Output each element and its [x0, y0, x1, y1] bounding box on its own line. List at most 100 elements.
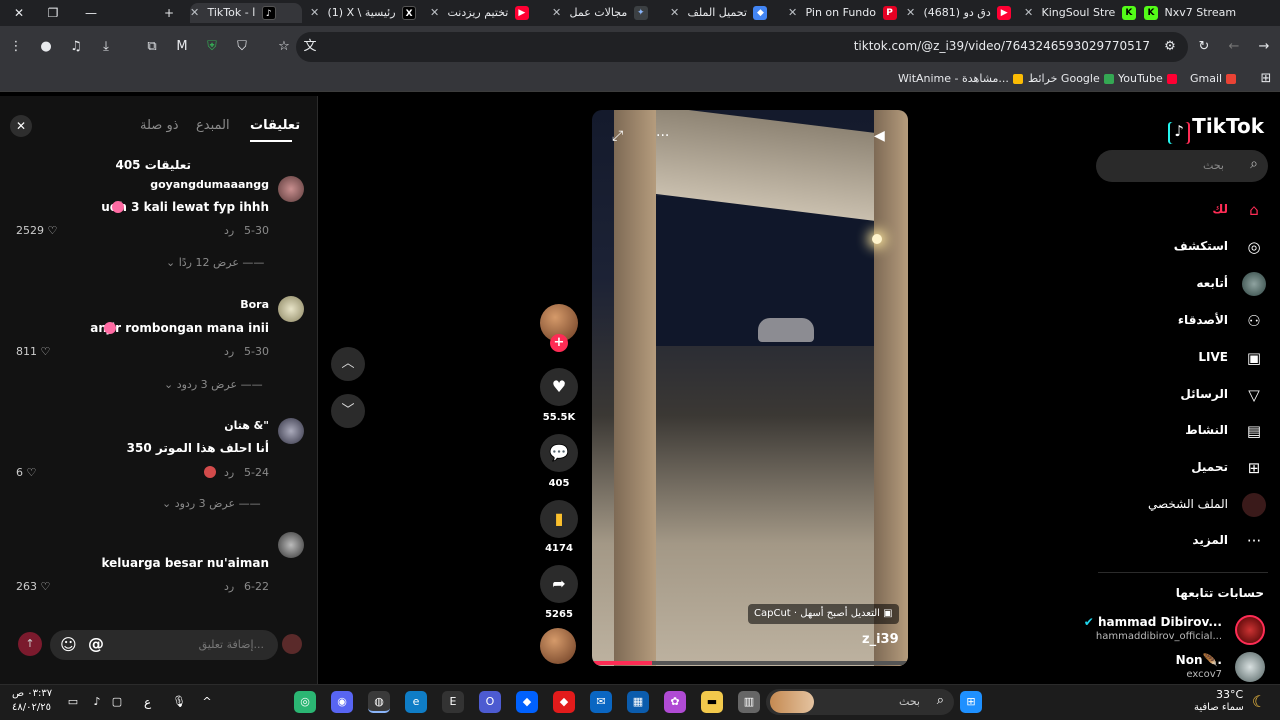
app-dropbox-icon[interactable]: ◆	[516, 691, 538, 713]
bookmark-google-maps[interactable]: خرائط Google	[1028, 72, 1114, 85]
new-tab-button[interactable]: +	[150, 0, 188, 26]
bookmark-star-icon[interactable]: ☆	[272, 35, 296, 59]
tray-overflow-icon[interactable]: ^	[196, 691, 218, 713]
weather-moon-icon[interactable]: ☾	[1248, 691, 1270, 713]
tab-close-icon[interactable]: ✕	[1024, 3, 1038, 23]
fullscreen-icon[interactable]: ⤢	[612, 128, 623, 144]
bookmark-gmail[interactable]: Gmail	[1190, 72, 1237, 85]
windows-start-icon[interactable]: ⊞	[960, 691, 982, 713]
microphone-icon[interactable]: 🎙	[168, 691, 190, 713]
save-button[interactable]: ▮	[540, 500, 578, 538]
menu-kebab-icon[interactable]: ⋮	[4, 35, 28, 59]
download-icon[interactable]: ⤓	[94, 35, 118, 59]
tab-8-active[interactable]: ✕ TikTok - ا ♪	[190, 3, 302, 23]
tab-5[interactable]: ✕ مجالات عمل ✦	[552, 3, 664, 23]
app-chrome-icon[interactable]: ◍	[368, 691, 390, 713]
site-settings-icon[interactable]: ⚙	[1158, 35, 1182, 59]
extensions-icon[interactable]: ⧉	[140, 35, 164, 59]
translate-icon[interactable]: 文	[298, 35, 322, 59]
tab-close-icon[interactable]: ✕	[190, 3, 204, 23]
sound-disc-icon[interactable]	[540, 628, 576, 664]
comment-username[interactable]: هتان &"	[224, 419, 269, 432]
close-comments-button[interactable]: ✕	[10, 115, 32, 137]
reply-button[interactable]: رد	[224, 345, 234, 358]
account-name[interactable]: ✔ hammad Dibirov...	[1084, 615, 1222, 629]
reply-button[interactable]: رد	[224, 224, 234, 237]
view-replies-button[interactable]: ⌄ عرض 3 ردود ——	[162, 497, 261, 510]
media-control-icon[interactable]: ♫	[64, 35, 88, 59]
comment-input[interactable]: إضافة تعليق... ☺ @	[50, 630, 278, 660]
comment-like-button[interactable]: 6 ♡	[16, 466, 36, 479]
battery-icon[interactable]: ▭	[62, 691, 84, 713]
app-outlook-icon[interactable]: O	[479, 691, 501, 713]
apps-grid-icon[interactable]: ⊞	[1254, 68, 1278, 90]
tab-related[interactable]: ذو صلة	[140, 118, 179, 133]
tab-6[interactable]: ✕ تختيم ريزدنت ▶	[430, 3, 546, 23]
extension-shield-icon[interactable]: ⛨	[200, 35, 224, 59]
tab-creator[interactable]: المبدع	[196, 118, 230, 133]
sidebar-item-profile[interactable]: ● الملف الشخصي	[1126, 493, 1266, 517]
avatar[interactable]	[278, 418, 304, 444]
comment-username[interactable]: goyangdumaaangg	[150, 178, 269, 191]
reload-icon[interactable]: ↻	[1192, 35, 1216, 59]
network-icon[interactable]: ▢	[106, 691, 128, 713]
sidebar-item-live[interactable]: ▣ LIVE	[1166, 346, 1266, 370]
app-mail-icon[interactable]: ✉	[590, 691, 612, 713]
sidebar-item-upload[interactable]: ⊞ تحميل	[1166, 456, 1266, 480]
tab-close-icon[interactable]: ✕	[552, 3, 566, 23]
avatar[interactable]	[278, 296, 304, 322]
tab-4[interactable]: ✕ تحميل الملف ◆	[670, 3, 782, 23]
app-task-view-icon[interactable]: ▥	[738, 691, 760, 713]
reply-button[interactable]: رد	[224, 580, 234, 593]
search-icon[interactable]: ⌕	[1250, 156, 1258, 172]
tab-1[interactable]: ✕ KingSoul Stre K	[1024, 3, 1136, 23]
emoji-picker-icon[interactable]: ☺	[60, 635, 77, 654]
reply-button[interactable]: رد	[224, 466, 234, 479]
taskbar-search[interactable]: بحث ⌕	[766, 689, 954, 715]
tiktok-logo[interactable]: ♪ TikTok	[1170, 114, 1264, 144]
sidebar-item-for-you[interactable]: ⌂ لك	[1206, 198, 1266, 222]
video-author[interactable]: z_i39	[862, 632, 899, 647]
app-whatsapp-icon[interactable]: ◎	[294, 691, 316, 713]
comment-like-button[interactable]: 811 ♡	[16, 345, 50, 358]
tab-0[interactable]: K Nxv7 Stream	[1141, 3, 1247, 23]
sidebar-item-more[interactable]: ··· المزيد	[1166, 529, 1266, 553]
view-replies-button[interactable]: ⌄ عرض 3 ردود ——	[164, 378, 263, 391]
app-file-explorer-icon[interactable]: ▬	[701, 691, 723, 713]
view-replies-button[interactable]: ⌄ عرض 12 ردًا ——	[166, 256, 264, 269]
clock-time[interactable]: ٠٣:٣٧ ص	[12, 688, 52, 699]
sidebar-item-explore[interactable]: ◎ استكشف	[1166, 235, 1266, 259]
avatar[interactable]	[278, 532, 304, 558]
avatar[interactable]	[1235, 652, 1265, 682]
tab-close-icon[interactable]: ✕	[430, 3, 444, 23]
extension-m-icon[interactable]: M	[170, 35, 194, 59]
comment-like-button[interactable]: 2529 ♡	[16, 224, 57, 237]
like-button[interactable]: ♥	[540, 368, 578, 406]
capcut-badge[interactable]: CapCut · التعديل أصبح أسهل ▣	[748, 604, 899, 624]
forward-icon[interactable]: ←	[1222, 35, 1246, 59]
window-minimize-icon[interactable]: —	[72, 0, 110, 26]
avatar[interactable]	[278, 176, 304, 202]
bookmark-witanime[interactable]: WitAnime - مشاهدة...	[898, 72, 1023, 85]
tab-close-icon[interactable]: ✕	[906, 3, 920, 23]
sidebar-item-messages[interactable]: ▽ الرسائل	[1166, 383, 1266, 407]
app-epic-games-icon[interactable]: E	[442, 691, 464, 713]
tab-close-icon[interactable]: ✕	[788, 3, 802, 23]
extension-shield-outline-icon[interactable]: ⛉	[230, 35, 254, 59]
app-copilot-icon[interactable]: ✿	[664, 691, 686, 713]
follow-plus-button[interactable]: +	[550, 334, 568, 352]
tab-comments[interactable]: تعليقات	[250, 118, 300, 133]
tab-close-icon[interactable]: ✕	[670, 3, 684, 23]
send-comment-button[interactable]: ↑	[18, 632, 42, 656]
address-bar[interactable]: 文 tiktok.com/@z_i39/video/76432465930297…	[296, 32, 1188, 62]
back-icon[interactable]: →	[1252, 35, 1276, 59]
comment-username[interactable]: Bora	[240, 298, 269, 311]
app-discord-icon[interactable]: ◉	[331, 691, 353, 713]
sidebar-item-following[interactable]: ● أتابعه	[1166, 272, 1266, 296]
volume-icon[interactable]: ♪	[86, 691, 108, 713]
more-options-icon[interactable]: ···	[656, 128, 669, 144]
weather-temp[interactable]: 33°C	[1216, 688, 1243, 701]
weather-desc[interactable]: سماء صافية	[1194, 702, 1244, 713]
sidebar-item-friends[interactable]: ⚇ الأصدقاء	[1166, 309, 1266, 333]
search-input[interactable]: بحث ⌕	[1096, 150, 1268, 182]
